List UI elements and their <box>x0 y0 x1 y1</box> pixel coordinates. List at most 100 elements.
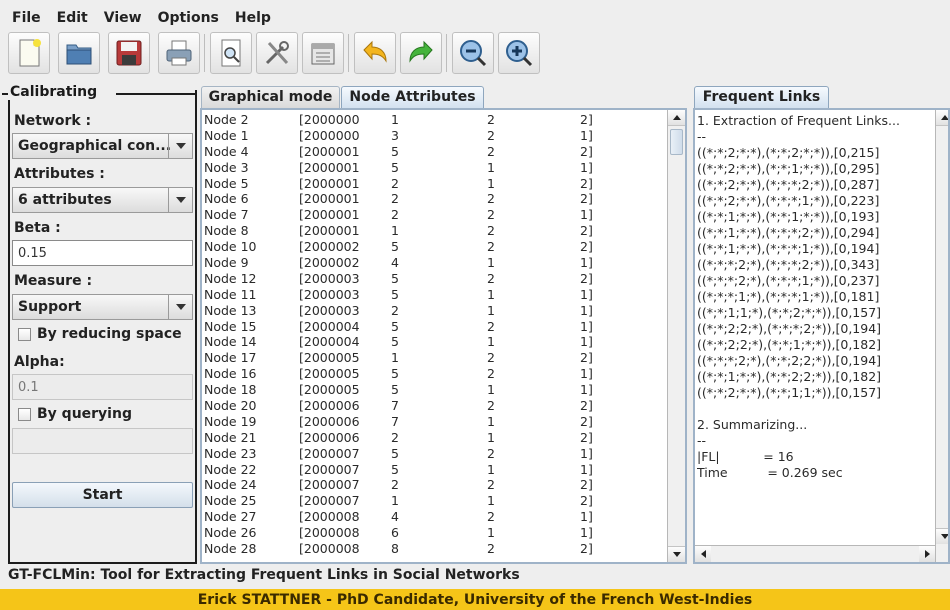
redo-icon <box>409 40 433 63</box>
row-cell: 1 <box>487 429 495 445</box>
vertical-scrollbar[interactable] <box>667 110 685 562</box>
row-cell: [2000003 <box>299 302 360 318</box>
node-attributes-list[interactable]: Node 2 [2000000 1 2 2] Node 1 [2000000 3 2 1] Node… <box>204 112 667 562</box>
row-cell: 7 <box>391 413 399 429</box>
new-button[interactable] <box>8 32 50 74</box>
table-row: Node 13 [2000003 2 1 1] <box>204 303 667 319</box>
start-button[interactable]: Start <box>12 482 193 508</box>
scroll-down-icon[interactable] <box>936 528 948 544</box>
scroll-left-icon[interactable] <box>695 546 711 562</box>
row-cell: [2000005 <box>299 382 360 398</box>
menu-options[interactable]: Options <box>150 8 227 26</box>
scroll-thumb[interactable] <box>670 129 683 155</box>
beta-field[interactable]: 0.15 <box>12 240 193 266</box>
vertical-scrollbar[interactable] <box>935 110 948 562</box>
row-cell: 2 <box>487 270 495 286</box>
table-row: Node 12 [2000003 5 2 2] <box>204 271 667 287</box>
tab-frequent-links[interactable]: Frequent Links <box>694 86 829 108</box>
scroll-up-icon[interactable] <box>668 110 685 126</box>
row-cell: 2 <box>487 112 495 127</box>
zoom-out-button[interactable] <box>452 32 494 74</box>
query-field[interactable] <box>12 428 193 454</box>
scroll-down-icon[interactable] <box>668 546 685 562</box>
row-cell: Node 19 <box>204 413 257 429</box>
row-cell: 1 <box>391 223 399 239</box>
row-cell: Node 11 <box>204 286 257 302</box>
row-cell: 2 <box>487 445 495 461</box>
row-cell: Node 6 <box>204 191 249 207</box>
row-cell: [2000001 <box>299 191 360 207</box>
scroll-up-icon[interactable] <box>936 110 948 126</box>
checkbox-box[interactable] <box>18 407 31 421</box>
table-row: Node 5 [2000001 2 1 2] <box>204 176 667 192</box>
row-cell: 1] <box>580 461 593 477</box>
row-cell: 5 <box>391 318 399 334</box>
row-cell: 7 <box>391 398 399 414</box>
frequent-links-output[interactable]: 1. Extraction of Frequent Links... -- ((… <box>697 113 933 545</box>
reducing-space-checkbox[interactable]: By reducing space <box>18 326 182 342</box>
row-cell: 5 <box>391 445 399 461</box>
row-cell: Node 5 <box>204 175 249 191</box>
menu-file[interactable]: File <box>0 8 49 26</box>
zoom-out-icon <box>460 40 487 67</box>
row-cell: Node 24 <box>204 477 257 493</box>
zoom-in-button[interactable] <box>498 32 540 74</box>
scroll-right-icon[interactable] <box>919 546 935 562</box>
chevron-down-icon[interactable] <box>168 188 192 212</box>
save-button[interactable] <box>108 32 150 74</box>
settings-tools-icon <box>265 41 289 65</box>
row-cell: [2000007 <box>299 445 360 461</box>
row-cell: 2 <box>487 127 495 143</box>
row-cell: Node 18 <box>204 382 257 398</box>
network-label: Network : <box>14 113 92 129</box>
row-cell: [2000001 <box>299 159 360 175</box>
menu-view[interactable]: View <box>96 8 150 26</box>
row-cell: 1] <box>580 445 593 461</box>
row-cell: 2] <box>580 350 593 366</box>
row-cell: [2000002 <box>299 239 360 255</box>
open-folder-icon <box>66 44 92 65</box>
row-cell: 2 <box>487 239 495 255</box>
table-row: Node 16 [2000005 5 2 1] <box>204 366 667 382</box>
row-cell: 3 <box>391 127 399 143</box>
print-button[interactable] <box>158 32 200 74</box>
row-cell: 2 <box>487 223 495 239</box>
row-cell: 1] <box>580 159 593 175</box>
row-cell: Node 14 <box>204 334 257 350</box>
chevron-down-icon[interactable] <box>168 134 192 158</box>
row-cell: 2 <box>487 318 495 334</box>
preview-button[interactable] <box>210 32 252 74</box>
table-row: Node 15 [2000004 5 2 1] <box>204 319 667 335</box>
row-cell: Node 2 <box>204 112 249 127</box>
row-cell: 1 <box>487 175 495 191</box>
tab-graphical-mode[interactable]: Graphical mode <box>201 86 340 108</box>
row-cell: [2000001 <box>299 207 360 223</box>
measure-select[interactable]: Support <box>12 294 193 320</box>
open-button[interactable] <box>58 32 100 74</box>
undo-button[interactable] <box>354 32 396 74</box>
tab-node-attributes[interactable]: Node Attributes <box>341 86 484 108</box>
attributes-select[interactable]: 6 attributes <box>12 187 193 213</box>
tools-button[interactable] <box>256 32 298 74</box>
row-cell: 2 <box>487 366 495 382</box>
horizontal-scrollbar[interactable] <box>695 545 935 562</box>
network-select[interactable]: Geographical con... <box>12 133 193 159</box>
table-row: Node 8 [2000001 1 2 2] <box>204 223 667 239</box>
row-cell: 1] <box>580 509 593 525</box>
table-row: Node 27 [2000008 4 2 1] <box>204 509 667 525</box>
row-cell: [2000006 <box>299 398 360 414</box>
table-row: Node 19 [2000006 7 1 2] <box>204 414 667 430</box>
table-row: Node 21 [2000006 2 1 2] <box>204 430 667 446</box>
compute-button[interactable] <box>302 32 344 74</box>
row-cell: 2] <box>580 493 593 509</box>
menu-help[interactable]: Help <box>227 8 279 26</box>
row-cell: 1 <box>487 413 495 429</box>
chevron-down-icon[interactable] <box>168 295 192 319</box>
redo-button[interactable] <box>400 32 442 74</box>
menu-edit[interactable]: Edit <box>49 8 96 26</box>
alpha-field[interactable]: 0.1 <box>12 374 193 400</box>
row-cell: Node 8 <box>204 223 249 239</box>
row-cell: 1] <box>580 366 593 382</box>
querying-checkbox[interactable]: By querying <box>18 406 132 422</box>
checkbox-box[interactable] <box>18 327 31 341</box>
